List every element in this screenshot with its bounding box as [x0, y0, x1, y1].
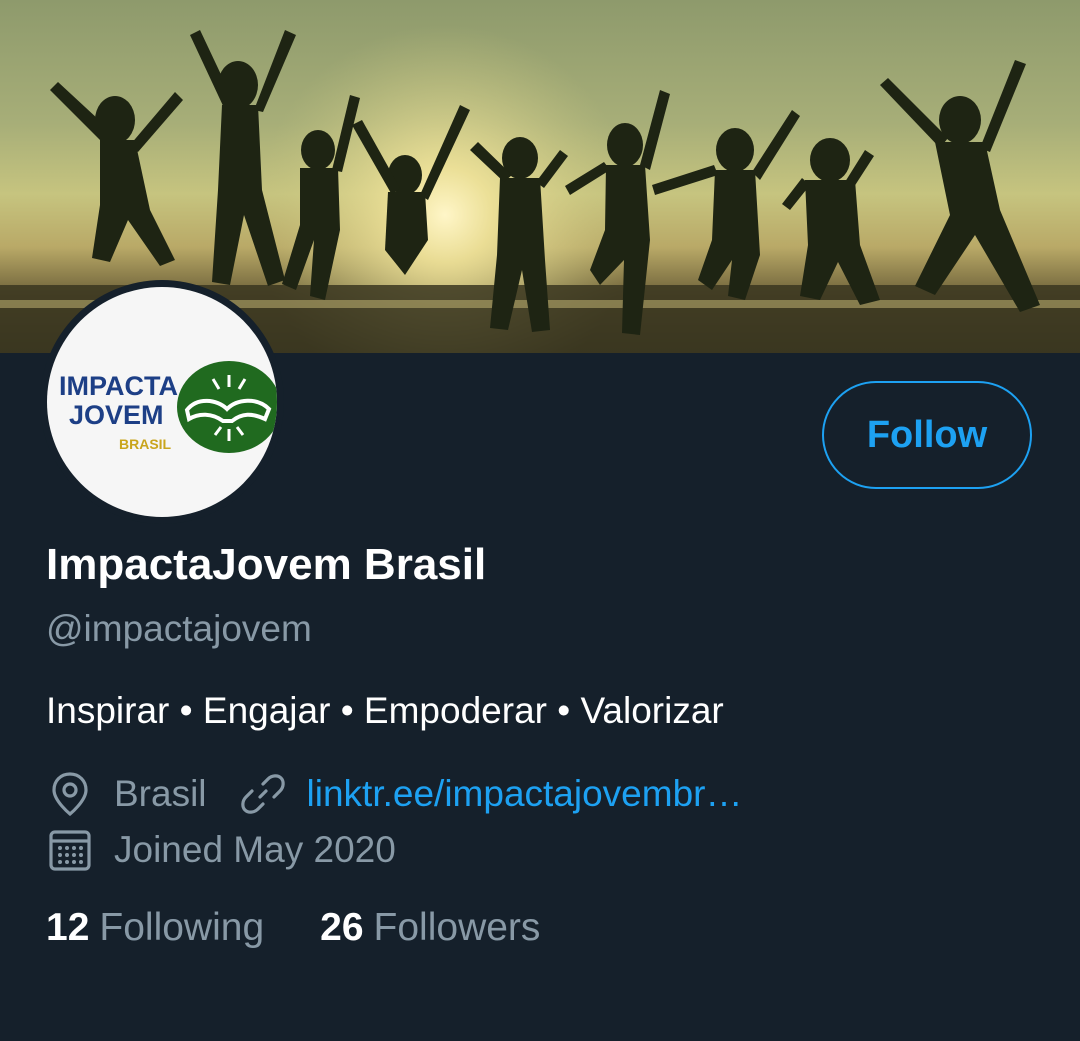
- followers-count: 26: [320, 906, 364, 949]
- followers-stat[interactable]: 26 Followers: [320, 906, 540, 950]
- profile-avatar[interactable]: IMPACTA JOVEM BRASIL: [40, 280, 284, 524]
- followers-label: Followers: [373, 906, 541, 949]
- link-icon: [239, 770, 287, 818]
- profile-joined-row: Joined May 2020: [46, 826, 396, 874]
- profile-stats: 12 Following 26 Followers: [46, 906, 596, 950]
- following-count: 12: [46, 906, 90, 949]
- profile-bio: Inspirar • Engajar • Empoderar • Valoriz…: [46, 690, 724, 731]
- logo-text-jovem: JOVEM: [69, 400, 164, 430]
- location-pin-icon: [46, 770, 94, 818]
- avatar-logo: IMPACTA JOVEM BRASIL: [47, 287, 277, 517]
- logo-text-impacta: IMPACTA: [59, 371, 178, 401]
- profile-meta-row: Brasil linktr.ee/impactajovembr…: [46, 770, 742, 818]
- profile-website-link[interactable]: linktr.ee/impactajovembr…: [307, 773, 743, 815]
- following-stat[interactable]: 12 Following: [46, 906, 264, 950]
- user-handle: @impactajovem: [46, 608, 312, 649]
- following-label: Following: [99, 906, 265, 949]
- calendar-icon: [46, 826, 94, 874]
- follow-button[interactable]: Follow: [822, 381, 1032, 489]
- profile-joined-date: Joined May 2020: [114, 829, 396, 870]
- display-name: ImpactaJovem Brasil: [46, 540, 487, 589]
- profile-location: Brasil: [114, 773, 207, 814]
- logo-text-brasil: BRASIL: [119, 436, 172, 452]
